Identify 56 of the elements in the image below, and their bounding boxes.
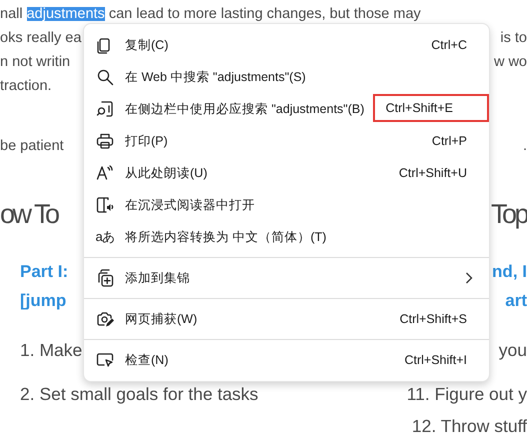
menu-item[interactable]: 复制(C) Ctrl+C — [84, 29, 489, 61]
menu-item-label: 打印(P) — [125, 132, 169, 150]
paragraph-text: 11. Figure out y — [406, 386, 527, 403]
menu-item-label: 在沉浸式阅读器中打开 — [125, 196, 256, 214]
paragraph-text: Part I: — [20, 263, 68, 280]
menu-item-label: 添加到集锦 — [125, 270, 191, 287]
shortcut-text: Ctrl+P — [430, 132, 468, 150]
printer-icon — [96, 132, 114, 150]
menu-item[interactable]: 在侧边栏中使用必应搜索 "adjustments"(B) Ctrl+Shift+E — [84, 93, 489, 125]
menu-item[interactable]: 添加到集锦 — [84, 262, 489, 294]
paragraph-text: nd, I — [492, 263, 527, 280]
shortcut-text: Ctrl+Shift+S — [398, 310, 468, 328]
menu-item-label: 复制(C) — [125, 36, 170, 54]
paragraph-text: w wo — [494, 54, 527, 70]
paragraph-text: oks really ea — [0, 30, 82, 46]
paragraph-text: is to — [500, 30, 527, 46]
paragraph-text: nall — [0, 6, 24, 22]
reader-icon — [96, 196, 114, 214]
shortcut-text: Ctrl+C — [430, 36, 468, 54]
menu-item-label: 从此处朗读(U) — [125, 164, 208, 182]
paragraph-text: 1. Make — [20, 342, 82, 359]
paragraph-text: be patient — [0, 138, 64, 154]
shortcut-text: Ctrl+Shift+I — [403, 352, 468, 369]
paragraph-text: 2. Set small goals for the tasks — [20, 386, 258, 403]
menu-item[interactable]: 从此处朗读(U) Ctrl+Shift+U — [84, 157, 489, 189]
selected-text: adjustments — [26, 6, 105, 22]
heading-text: ow To — [0, 200, 58, 228]
heading-text: Top — [490, 200, 527, 228]
sidebar-search-icon — [96, 100, 114, 118]
menu-item-label: 在侧边栏中使用必应搜索 "adjustments"(B) — [125, 100, 366, 118]
menu-item[interactable]: 在 Web 中搜索 "adjustments"(S) — [84, 61, 489, 93]
menu-item[interactable]: 在沉浸式阅读器中打开 — [84, 189, 489, 221]
paragraph-text: you — [498, 342, 527, 359]
menu-item[interactable]: 网页捕获(W) Ctrl+Shift+S — [84, 303, 489, 335]
menu-item[interactable]: 打印(P) Ctrl+P — [84, 125, 489, 157]
translate-icon: aあ — [96, 228, 114, 246]
paragraph-text: 12. Throw stuff — [412, 418, 527, 435]
search-icon — [96, 68, 114, 86]
menu-item-label: 在 Web 中搜索 "adjustments"(S) — [125, 68, 307, 86]
collections-icon — [96, 269, 114, 287]
inspect-icon — [96, 351, 114, 369]
screenshot-icon — [96, 310, 114, 328]
paragraph-text: . — [522, 138, 527, 154]
read-aloud-icon — [96, 164, 114, 182]
menu-item-label: 网页捕获(W) — [125, 310, 198, 328]
menu-item[interactable]: aあ 将所选内容转换为 中文（简体）(T) — [84, 221, 489, 253]
paragraph-text: can lead to more lasting changes, but those may — [108, 6, 421, 22]
shortcut-text: Ctrl+Shift+E — [373, 94, 489, 122]
shortcut-text: Ctrl+Shift+U — [398, 164, 468, 182]
paragraph-text: n not writin — [0, 54, 70, 70]
paragraph-text: art — [505, 292, 527, 309]
paragraph-text: [jump — [20, 292, 66, 309]
menu-item[interactable]: 检查(N) Ctrl+Shift+I — [84, 344, 489, 376]
menu-item-label: 检查(N) — [125, 352, 170, 369]
menu-item-label: 将所选内容转换为 中文（简体）(T) — [125, 228, 328, 246]
paragraph-text: traction. — [0, 78, 52, 94]
